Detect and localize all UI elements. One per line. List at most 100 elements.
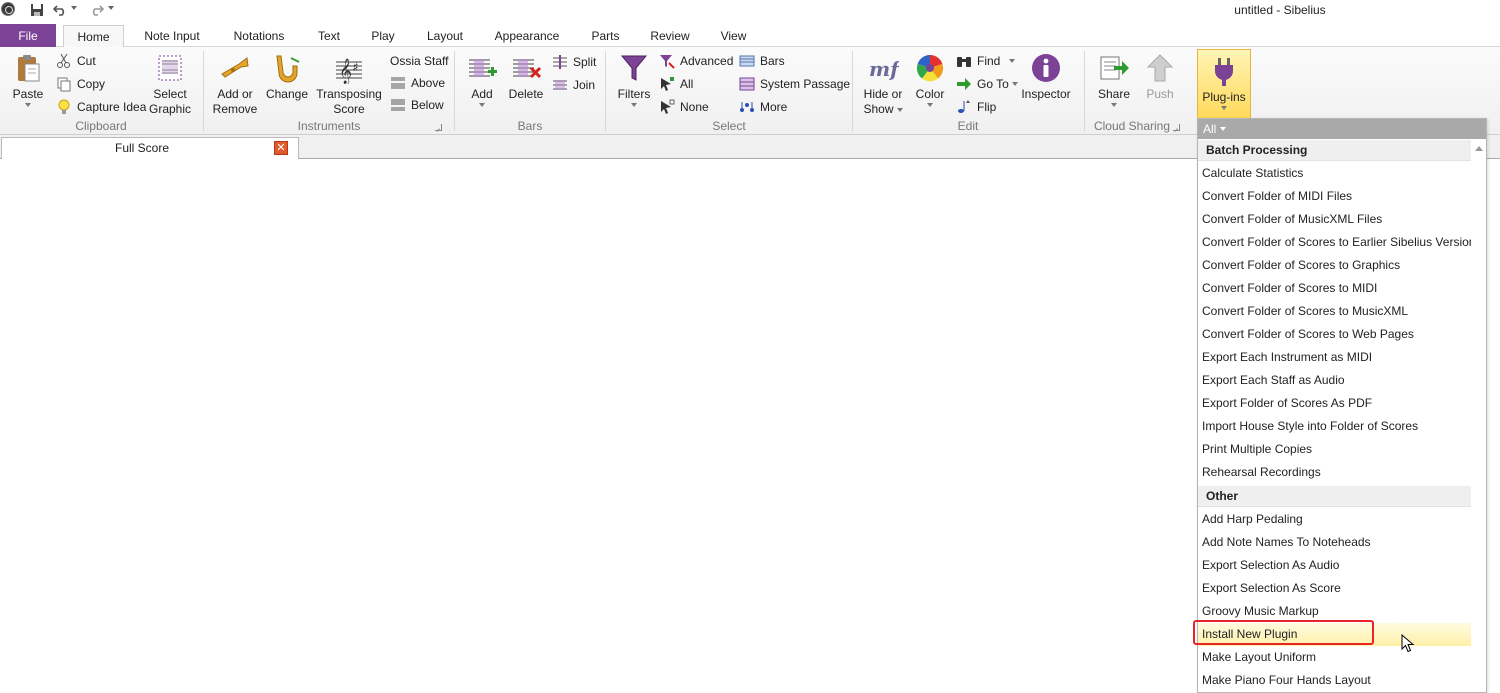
redo-icon[interactable] — [89, 1, 105, 19]
share-label: Share — [1097, 87, 1131, 101]
tab-appearance[interactable]: Appearance — [488, 25, 566, 47]
tab-note-input[interactable]: Note Input — [134, 25, 210, 47]
color-button[interactable]: Color — [910, 47, 950, 107]
add-bar-button[interactable]: Add — [462, 47, 502, 107]
split-icon — [553, 55, 567, 69]
tab-review[interactable]: Review — [643, 25, 697, 47]
add-bar-dropdown-icon — [479, 103, 485, 107]
tab-home[interactable]: Home — [63, 25, 124, 48]
select-none-button[interactable]: None — [659, 97, 709, 117]
find-button[interactable]: Find — [956, 51, 1016, 71]
ribbon-divider — [454, 51, 455, 131]
cut-button[interactable]: Cut — [56, 51, 96, 71]
ossia-below-button[interactable]: Below — [390, 95, 444, 115]
saxophone-icon — [276, 55, 300, 83]
ossia-above-button[interactable]: Above — [390, 73, 445, 93]
cloud-sharing-dialog-launcher-icon[interactable] — [1173, 124, 1180, 131]
select-more-button[interactable]: More — [739, 97, 787, 117]
undo-icon[interactable] — [52, 1, 68, 19]
capture-idea-button[interactable]: Capture Idea — [56, 97, 146, 117]
menu-item[interactable]: Export Selection As Score — [1198, 577, 1471, 600]
menu-item[interactable]: Convert Folder of MusicXML Files — [1198, 208, 1471, 231]
advanced-label: Advanced — [680, 54, 734, 68]
delete-bar-button[interactable]: Delete — [506, 47, 546, 102]
full-score-tab[interactable]: Full Score ✕ — [1, 137, 299, 159]
tab-notations[interactable]: Notations — [223, 25, 295, 47]
goto-label: Go To — [977, 77, 1009, 91]
menu-item[interactable]: Convert Folder of Scores to Web Pages — [1198, 323, 1471, 346]
ribbon-divider — [1084, 51, 1085, 131]
menu-item[interactable]: Add Harp Pedaling — [1198, 508, 1471, 531]
delete-bar-label: Delete — [508, 87, 544, 101]
copy-button[interactable]: Copy — [56, 74, 105, 94]
push-button[interactable]: Push — [1140, 47, 1180, 102]
paste-icon — [18, 55, 40, 82]
menu-item[interactable]: Make Piano Four Hands Layout — [1198, 669, 1471, 692]
advanced-select-button[interactable]: Advanced — [659, 51, 733, 71]
transposing-score-button[interactable]: 𝄞 ♯ Transposing Score — [315, 47, 383, 117]
close-icon[interactable]: ✕ — [274, 141, 288, 155]
menu-item[interactable]: Print Multiple Copies — [1198, 438, 1471, 461]
plugins-filter-label: All — [1203, 122, 1217, 136]
sibelius-logo-icon[interactable] — [1, 2, 15, 16]
goto-button[interactable]: Go To — [956, 74, 1018, 94]
tab-layout[interactable]: Layout — [418, 25, 472, 47]
menu-item[interactable]: Convert Folder of Scores to Graphics — [1198, 254, 1471, 277]
save-icon[interactable] — [28, 1, 46, 19]
undo-dropdown-icon[interactable] — [71, 6, 77, 10]
scroll-up-icon[interactable] — [1475, 146, 1483, 151]
split-bar-button[interactable]: Split — [552, 52, 596, 72]
advanced-filter-icon — [660, 55, 675, 69]
system-passage-button[interactable]: System Passage — [739, 74, 850, 94]
menu-item[interactable]: Convert Folder of Scores to Earlier Sibe… — [1198, 231, 1475, 254]
select-bars-button[interactable]: Bars — [739, 51, 785, 71]
flip-button[interactable]: Flip — [956, 97, 996, 117]
tab-text[interactable]: Text — [311, 25, 347, 47]
join-label: Join — [573, 78, 596, 92]
redo-dropdown-icon[interactable] — [108, 6, 114, 10]
share-button[interactable]: Share — [1092, 47, 1136, 107]
all-label: All — [680, 77, 694, 91]
tab-parts[interactable]: Parts — [583, 25, 628, 47]
menu-item[interactable]: Export Each Staff as Audio — [1198, 369, 1471, 392]
select-graphic-button[interactable]: Select Graphic — [146, 47, 194, 117]
window-title: untitled - Sibelius — [1234, 3, 1326, 17]
menu-item[interactable]: Convert Folder of Scores to MIDI — [1198, 277, 1471, 300]
plugins-button[interactable]: Plug-ins — [1197, 49, 1251, 119]
ossia-above-icon — [391, 77, 405, 89]
select-graphic-icon — [158, 55, 182, 81]
bars-group-label: Bars — [517, 119, 543, 133]
split-label: Split — [573, 55, 597, 69]
menu-item[interactable]: Import House Style into Folder of Scores — [1198, 415, 1471, 438]
instruments-dialog-launcher-icon[interactable] — [435, 124, 442, 131]
svg-text:♯: ♯ — [353, 62, 358, 73]
menu-item[interactable]: Convert Folder of Scores to MusicXML — [1198, 300, 1471, 323]
plugins-menu-scrollbar[interactable] — [1471, 140, 1486, 692]
tab-view[interactable]: View — [712, 25, 755, 47]
hide-show-dropdown-icon — [896, 107, 903, 112]
select-all-button[interactable]: All — [659, 74, 693, 94]
menu-item[interactable]: Export Each Instrument as MIDI — [1198, 346, 1471, 369]
menu-item[interactable]: Export Folder of Scores As PDF — [1198, 392, 1471, 415]
menu-item[interactable]: Rehearsal Recordings — [1198, 461, 1471, 484]
menu-item[interactable]: Add Note Names To Noteheads — [1198, 531, 1471, 554]
menu-item[interactable]: Make Layout Uniform — [1198, 646, 1471, 669]
plugins-filter-dropdown[interactable]: All — [1203, 121, 1227, 137]
inspector-button[interactable]: Inspector — [1018, 47, 1074, 102]
menu-item[interactable]: Convert Folder of MIDI Files — [1198, 185, 1471, 208]
menu-item[interactable]: Calculate Statistics — [1198, 162, 1471, 185]
join-bar-button[interactable]: Join — [552, 75, 595, 95]
filters-button[interactable]: Filters — [611, 47, 657, 107]
paste-button[interactable]: Paste — [6, 47, 50, 107]
change-label: Change — [265, 87, 309, 101]
hide-or-show-button[interactable]: mf Hide or Show — [858, 47, 908, 117]
push-label: Push — [1146, 87, 1174, 101]
treble-clef-icon: 𝄞 ♯ — [336, 58, 362, 84]
tab-file[interactable]: File — [0, 24, 56, 47]
title-bar: untitled - Sibelius — [0, 0, 1500, 22]
add-remove-instruments-button[interactable]: Add or Remove — [209, 47, 261, 117]
menu-item[interactable]: Export Selection As Audio — [1198, 554, 1471, 577]
inspector-label: Inspector — [1021, 87, 1071, 101]
tab-play[interactable]: Play — [363, 25, 403, 47]
change-instrument-button[interactable]: Change — [263, 47, 311, 102]
